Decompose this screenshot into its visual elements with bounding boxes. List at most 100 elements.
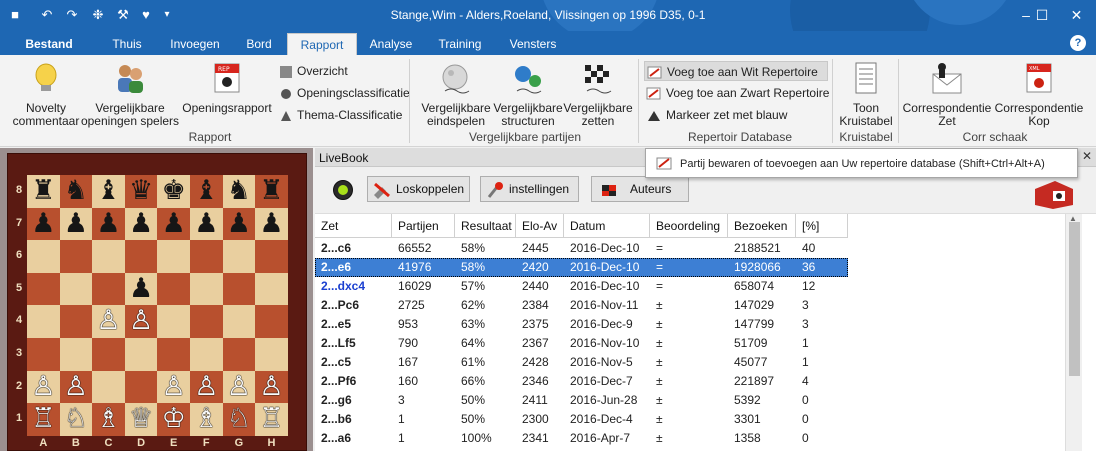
white-knight-piece[interactable]: ♘: [60, 403, 93, 436]
square-a6[interactable]: [27, 240, 60, 273]
square-c3[interactable]: [92, 338, 125, 371]
square-a5[interactable]: [27, 272, 60, 306]
corr-move-button[interactable]: Correspondentie Zet: [901, 61, 993, 128]
black-bishop-piece[interactable]: ♝: [92, 175, 125, 208]
table-row[interactable]: 2...Pf6 160 66% 2346 2016-Dec-7 ±221897 4: [315, 372, 848, 391]
col-resultaat[interactable]: Resultaat: [455, 214, 516, 238]
close-button[interactable]: ✕: [1057, 0, 1096, 31]
square-h4[interactable]: [255, 305, 288, 338]
maximize-button[interactable]: ☐: [1027, 0, 1057, 31]
square-h5[interactable]: [255, 272, 288, 306]
mark-blue-button[interactable]: Markeer zet met blauw: [644, 105, 787, 125]
square-h6[interactable]: [255, 240, 288, 273]
square-h3[interactable]: [255, 338, 288, 371]
square-c5[interactable]: [92, 272, 125, 306]
black-rook-piece[interactable]: ♜: [27, 175, 60, 208]
tab-vensters[interactable]: Vensters: [502, 33, 564, 55]
square-e3[interactable]: [157, 338, 190, 371]
theme-classification-button[interactable]: Thema-Classificatie: [277, 105, 402, 125]
table-row[interactable]: 2...b6 1 50% 2300 2016-Dec-4 ±3301 0: [315, 410, 848, 429]
tab-analyse[interactable]: Analyse: [362, 33, 420, 55]
table-row[interactable]: 2...e5 953 63% 2375 2016-Dec-9 ±147799 3: [315, 315, 848, 334]
show-crosstable-button[interactable]: Toon Kruistabel: [836, 61, 896, 128]
white-pawn-piece[interactable]: ♙: [92, 305, 125, 338]
white-rook-piece[interactable]: ♖: [255, 403, 288, 436]
opening-classification-button[interactable]: Openingsclassificatie: [277, 83, 410, 103]
table-row[interactable]: 2...Lf5 790 64% 2367 2016-Nov-10 ±51709 1: [315, 334, 848, 353]
square-d2[interactable]: [124, 370, 158, 404]
square-d6[interactable]: [124, 240, 158, 273]
col-beoordeling[interactable]: Beoordeling: [650, 214, 728, 238]
white-pawn-piece[interactable]: ♙: [60, 371, 93, 404]
col-elo[interactable]: Elo-Av: [516, 214, 564, 238]
table-row[interactable]: 2...c5 167 61% 2428 2016-Nov-5 ±45077 1: [315, 353, 848, 372]
white-pawn-piece[interactable]: ♙: [27, 371, 60, 404]
compare-players-button[interactable]: Vergelijkbare openingen spelers: [80, 61, 180, 128]
tab-training[interactable]: Training: [430, 33, 490, 55]
black-pawn-piece[interactable]: ♟: [190, 208, 223, 241]
settings-button[interactable]: instellingen: [480, 176, 579, 202]
add-black-repertoire-button[interactable]: Voeg toe aan Zwart Repertoire: [644, 83, 829, 103]
similar-structures-button[interactable]: Vergelijkbare structuren: [490, 61, 566, 128]
similar-moves-button[interactable]: Vergelijkbare zetten: [561, 61, 635, 128]
square-g3[interactable]: [222, 338, 256, 371]
square-e5[interactable]: [157, 272, 190, 306]
novelty-button[interactable]: Novelty commentaar: [6, 61, 86, 128]
square-a3[interactable]: [27, 338, 60, 371]
black-king-piece[interactable]: ♚: [157, 175, 190, 208]
tab-bord[interactable]: Bord: [236, 33, 282, 55]
scrollbar-thumb[interactable]: [1069, 222, 1080, 376]
white-bishop-piece[interactable]: ♗: [190, 403, 223, 436]
disconnect-button[interactable]: Loskoppelen: [367, 176, 470, 202]
square-a4[interactable]: [27, 305, 60, 338]
repertoire-database-icon[interactable]: [1031, 179, 1077, 209]
square-f3[interactable]: [190, 338, 223, 371]
black-pawn-piece[interactable]: ♟: [223, 208, 256, 241]
tab-rapport[interactable]: Rapport: [287, 33, 357, 55]
black-pawn-piece[interactable]: ♟: [255, 208, 288, 241]
square-f4[interactable]: [190, 305, 223, 338]
add-white-repertoire-button[interactable]: Voeg toe aan Wit Repertoire: [644, 61, 828, 81]
authors-button[interactable]: Auteurs: [591, 176, 689, 202]
opening-report-button[interactable]: REP Openingsrapport: [180, 61, 274, 115]
table-row[interactable]: 2...a6 1 100% 2341 2016-Apr-7 ±1358 0: [315, 429, 848, 448]
square-b3[interactable]: [59, 338, 93, 371]
table-row[interactable]: 2...Pc6 2725 62% 2384 2016-Nov-11 ±147029 3: [315, 296, 848, 315]
square-g4[interactable]: [222, 305, 256, 338]
help-icon[interactable]: ?: [1070, 35, 1086, 51]
white-pawn-piece[interactable]: ♙: [157, 371, 190, 404]
col-zet[interactable]: Zet: [315, 214, 392, 238]
tab-thuis[interactable]: Thuis: [101, 33, 153, 55]
white-pawn-piece[interactable]: ♙: [255, 371, 288, 404]
square-g5[interactable]: [222, 272, 256, 306]
tab-invoegen[interactable]: Invoegen: [162, 33, 228, 55]
square-b5[interactable]: [59, 272, 93, 306]
square-g6[interactable]: [222, 240, 256, 273]
black-pawn-piece[interactable]: ♟: [157, 208, 190, 241]
white-pawn-piece[interactable]: ♙: [125, 305, 158, 338]
square-c6[interactable]: [92, 240, 125, 273]
square-f6[interactable]: [190, 240, 223, 273]
square-b4[interactable]: [59, 305, 93, 338]
black-knight-piece[interactable]: ♞: [60, 175, 93, 208]
col-percent[interactable]: [%]: [796, 214, 848, 238]
corr-header-button[interactable]: XML Correspondentie Kop: [993, 61, 1085, 128]
white-pawn-piece[interactable]: ♙: [223, 371, 256, 404]
tab-bestand[interactable]: Bestand: [18, 33, 80, 55]
col-partijen[interactable]: Partijen: [392, 214, 455, 238]
table-row[interactable]: 2...e6 41976 58% 2420 2016-Dec-10 = 1928066 36: [315, 258, 848, 277]
table-row[interactable]: 2...g6 3 50% 2411 2016-Jun-28 ±5392 0: [315, 391, 848, 410]
black-pawn-piece[interactable]: ♟: [92, 208, 125, 241]
black-rook-piece[interactable]: ♜: [255, 175, 288, 208]
black-pawn-piece[interactable]: ♟: [125, 208, 158, 241]
vertical-scrollbar[interactable]: ▲: [1065, 214, 1082, 451]
white-king-piece[interactable]: ♔: [157, 403, 190, 436]
black-bishop-piece[interactable]: ♝: [190, 175, 223, 208]
white-queen-piece[interactable]: ♕: [125, 403, 158, 436]
white-rook-piece[interactable]: ♖: [27, 403, 60, 436]
square-e6[interactable]: [157, 240, 190, 273]
connection-status-icon[interactable]: [333, 180, 353, 200]
black-pawn-piece[interactable]: ♟: [27, 208, 60, 241]
black-queen-piece[interactable]: ♛: [125, 175, 158, 208]
square-d3[interactable]: [124, 338, 158, 371]
